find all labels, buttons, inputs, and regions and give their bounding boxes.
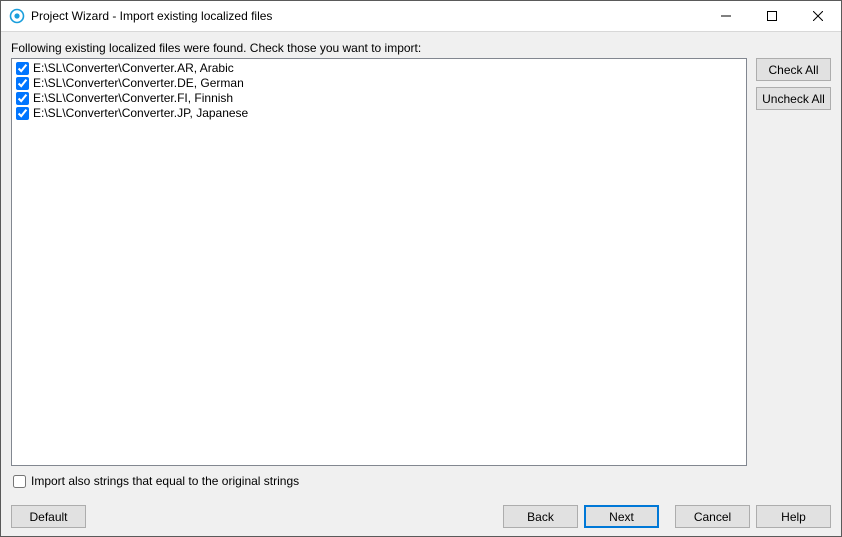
default-button[interactable]: Default	[11, 505, 86, 528]
file-path-label: E:\SL\Converter\Converter.AR, Arabic	[33, 61, 234, 76]
titlebar: Project Wizard - Import existing localiz…	[1, 1, 841, 32]
import-equal-label: Import also strings that equal to the or…	[31, 474, 299, 488]
file-checkbox[interactable]	[16, 92, 29, 105]
file-list-item[interactable]: E:\SL\Converter\Converter.DE, German	[16, 76, 742, 91]
file-path-label: E:\SL\Converter\Converter.JP, Japanese	[33, 106, 248, 121]
minimize-button[interactable]	[703, 1, 749, 31]
file-list[interactable]: E:\SL\Converter\Converter.AR, ArabicE:\S…	[11, 58, 747, 466]
next-button[interactable]: Next	[584, 505, 659, 528]
import-equal-checkbox-row[interactable]: Import also strings that equal to the or…	[13, 474, 831, 488]
window-title: Project Wizard - Import existing localiz…	[31, 9, 703, 23]
file-path-label: E:\SL\Converter\Converter.DE, German	[33, 76, 244, 91]
file-checkbox[interactable]	[16, 62, 29, 75]
maximize-button[interactable]	[749, 1, 795, 31]
file-checkbox[interactable]	[16, 77, 29, 90]
app-icon	[9, 8, 25, 24]
file-list-item[interactable]: E:\SL\Converter\Converter.FI, Finnish	[16, 91, 742, 106]
file-list-item[interactable]: E:\SL\Converter\Converter.JP, Japanese	[16, 106, 742, 121]
dialog-content: Following existing localized files were …	[1, 32, 841, 536]
uncheck-all-button[interactable]: Uncheck All	[756, 87, 831, 110]
close-button[interactable]	[795, 1, 841, 31]
import-equal-checkbox[interactable]	[13, 475, 26, 488]
help-button[interactable]: Help	[756, 505, 831, 528]
check-all-button[interactable]: Check All	[756, 58, 831, 81]
window-controls	[703, 1, 841, 31]
file-path-label: E:\SL\Converter\Converter.FI, Finnish	[33, 91, 233, 106]
back-button[interactable]: Back	[503, 505, 578, 528]
instruction-text: Following existing localized files were …	[11, 41, 831, 55]
cancel-button[interactable]: Cancel	[675, 505, 750, 528]
file-checkbox[interactable]	[16, 107, 29, 120]
file-list-item[interactable]: E:\SL\Converter\Converter.AR, Arabic	[16, 61, 742, 76]
